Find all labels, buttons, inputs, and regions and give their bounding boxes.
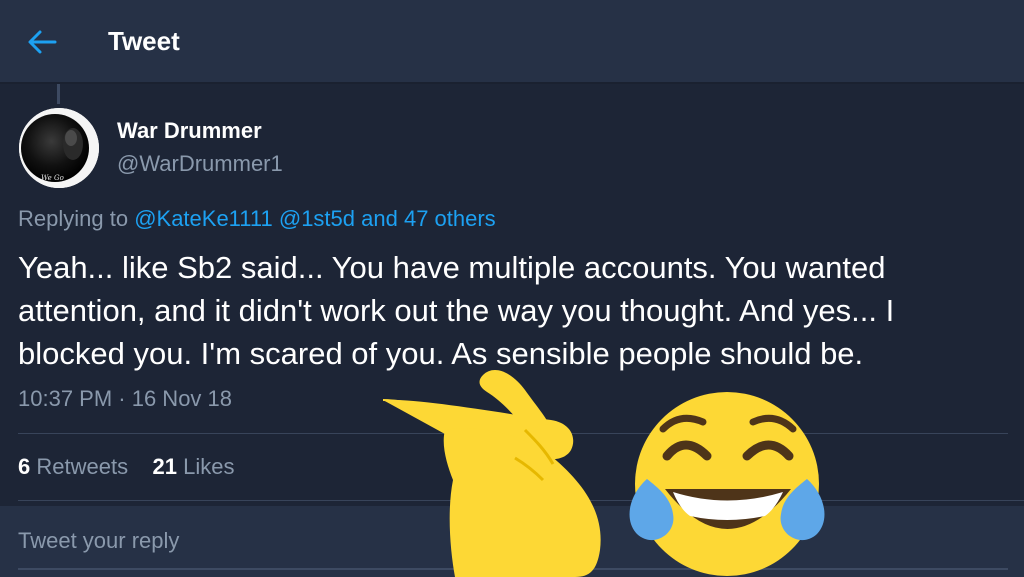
page-title: Tweet [108, 26, 180, 56]
avatar[interactable]: We Go [19, 108, 99, 188]
tweet-detail-screen: Tweet We Go War Drummer @WarDrummer1 Rep… [0, 0, 1024, 577]
svg-text:We Go: We Go [41, 174, 64, 182]
retweets-label: Retweets [36, 454, 129, 479]
author-handle[interactable]: @WarDrummer1 [117, 151, 283, 177]
likes-count: 21 [152, 454, 178, 479]
mention-link[interactable]: @1st5d [279, 206, 355, 231]
reply-input-underline [18, 568, 1008, 570]
tweet-text: Yeah... like Sb2 said... You have multip… [18, 250, 895, 371]
retweets-stat[interactable]: 6 Retweets [18, 454, 128, 479]
tweet-timestamp[interactable]: 10:37 PM · 16 Nov 18 [18, 386, 232, 412]
thread-connector-line [57, 84, 60, 104]
retweets-count: 6 [18, 454, 31, 479]
replying-to-label: Replying to [18, 206, 135, 231]
likes-label: Likes [183, 454, 235, 479]
likes-stat[interactable]: 21 Likes [153, 454, 235, 479]
mention-link[interactable]: @KateKe1111 [134, 206, 273, 231]
top-bar: Tweet [0, 0, 1024, 84]
reply-input[interactable]: Tweet your reply [18, 528, 179, 554]
avatar-image: We Go [19, 108, 99, 188]
engagement-stats: 6 Retweets 21 Likes [18, 454, 235, 480]
back-button[interactable] [22, 22, 62, 62]
arrow-left-icon [28, 30, 57, 54]
replying-to-line: Replying to @KateKe1111 @1st5d and 47 ot… [18, 206, 496, 232]
divider [18, 433, 1008, 434]
others-link[interactable]: 47 others [404, 206, 496, 231]
divider [18, 500, 1024, 501]
replying-connector[interactable]: and [355, 206, 404, 231]
author-name[interactable]: War Drummer [117, 118, 262, 144]
reply-composer[interactable]: Tweet your reply [0, 506, 1024, 577]
